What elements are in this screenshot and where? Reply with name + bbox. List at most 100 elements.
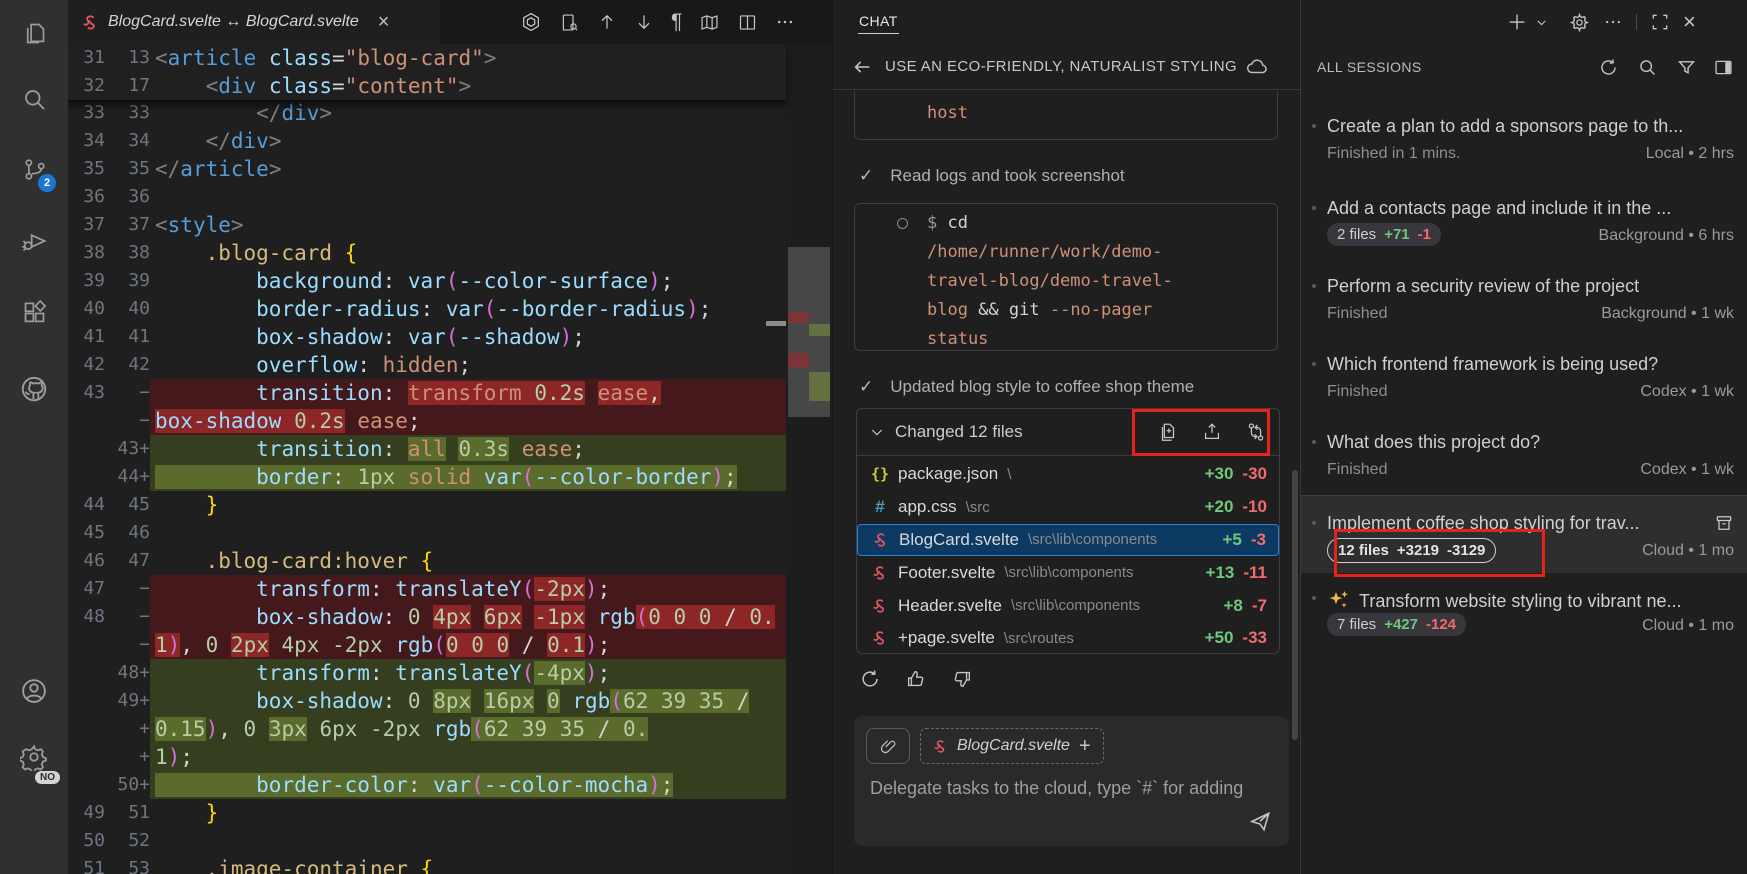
code-text: .blog-card {: [150, 239, 786, 267]
refresh-icon[interactable]: [1598, 57, 1619, 78]
changed-file-row[interactable]: Header.svelte\src\lib\components+8-7: [857, 589, 1279, 622]
badge-deletions: -124: [1426, 616, 1456, 633]
original-line-number: [68, 631, 114, 659]
code-text: <style>: [150, 211, 786, 239]
diff-mark-del: [788, 312, 809, 323]
modified-line-number: −: [114, 379, 150, 407]
retry-icon[interactable]: [859, 668, 881, 690]
back-arrow-icon[interactable]: [851, 56, 873, 78]
thumbs-down-icon[interactable]: [951, 668, 973, 690]
code-text: transition: all 0.3s ease;: [150, 435, 786, 463]
additions-count: +13: [1206, 563, 1235, 583]
filter-icon[interactable]: [1676, 57, 1697, 78]
session-dot: [1312, 362, 1316, 366]
source-control-icon[interactable]: 2: [0, 140, 68, 198]
diff-mark-add: [809, 372, 830, 401]
archive-icon[interactable]: [1714, 513, 1734, 533]
badge-files: 2 files: [1337, 226, 1376, 243]
changed-file-row[interactable]: Footer.svelte\src\lib\components+13-11: [857, 556, 1279, 589]
thumbs-up-icon[interactable]: [905, 668, 927, 690]
original-line-number: 42: [68, 351, 114, 379]
session-item[interactable]: Create a plan to add a sponsors page to …: [1301, 112, 1747, 176]
diff-editor[interactable]: 3333 </div>3434 </div>3535</article>3636…: [68, 44, 832, 874]
more-actions-icon[interactable]: [1603, 12, 1623, 32]
attach-paperclip-icon[interactable]: [866, 728, 910, 764]
code-lines: 3333 </div>3434 </div>3535</article>3636…: [68, 99, 786, 874]
extensions-icon[interactable]: [0, 284, 68, 342]
explorer-icon[interactable]: [0, 4, 68, 62]
conversation-title: USE AN ECO-FRIENDLY, NATURALIST STYLING …: [885, 58, 1241, 75]
code-line: 44+ border: 1px solid var(--color-border…: [68, 463, 786, 491]
editor-scrollbar[interactable]: [786, 44, 832, 874]
session-title: Add a contacts page and include it in th…: [1327, 198, 1717, 219]
layout-panel-icon[interactable]: [1713, 57, 1734, 78]
session-item[interactable]: Add a contacts page and include it in th…: [1301, 194, 1747, 258]
open-preview-icon[interactable]: [559, 12, 580, 33]
panel-actions: ×: [1506, 0, 1696, 44]
whitespace-icon[interactable]: ¶: [671, 10, 682, 34]
deletions-count: -11: [1243, 563, 1267, 583]
send-icon[interactable]: [1247, 808, 1273, 834]
original-line-number: 50: [68, 827, 114, 855]
new-chat-dropdown-icon[interactable]: [1535, 16, 1548, 29]
chat-panel-tab[interactable]: CHAT: [858, 0, 899, 44]
changed-file-row[interactable]: #app.css\src+20-10: [857, 491, 1279, 524]
file-path: \src\lib\components: [1028, 531, 1213, 548]
divider: [1636, 14, 1637, 30]
original-line-number: 35: [68, 155, 114, 183]
close-panel-icon[interactable]: ×: [1683, 9, 1696, 35]
code-line: 4445 }: [68, 491, 786, 519]
maximize-panel-icon[interactable]: [1650, 12, 1670, 32]
changed-file-row[interactable]: {}package.json\+30-30: [857, 458, 1279, 491]
svelte-file-icon: [871, 630, 889, 646]
command-line: $ cd: [927, 209, 1173, 238]
code-text: 1);: [150, 743, 786, 771]
modified-line-number: 45: [114, 491, 150, 519]
additions-count: +20: [1205, 497, 1234, 517]
modified-line-number: 37: [114, 211, 150, 239]
search-sessions-icon[interactable]: [1637, 57, 1658, 78]
code-line: 4141 box-shadow: var(--shadow);: [68, 323, 786, 351]
session-item[interactable]: Transform website styling to vibrant ne.…: [1301, 584, 1747, 648]
file-name: app.css: [898, 497, 957, 517]
original-line-number: 38: [68, 239, 114, 267]
chat-input-box[interactable]: BlogCard.svelte + Delegate tasks to the …: [854, 716, 1289, 846]
changed-file-row[interactable]: BlogCard.svelte\src\lib\components+5-3: [857, 524, 1279, 557]
code-text: 1), 0 2px 4px -2px rgb(0 0 0 / 0.1);: [150, 631, 786, 659]
code-line: 3113<article class="blog-card">: [68, 44, 786, 72]
next-change-icon[interactable]: [634, 12, 654, 32]
editor-tab[interactable]: BlogCard.svelte ↔ BlogCard.svelte ×: [68, 0, 440, 44]
chat-input-placeholder[interactable]: Delegate tasks to the cloud, type `#` fo…: [870, 778, 1288, 799]
map-icon[interactable]: [699, 12, 720, 33]
search-icon[interactable]: [0, 70, 68, 128]
code-line: 3434 </div>: [68, 127, 786, 155]
github-icon[interactable]: [0, 360, 68, 418]
session-item[interactable]: Which frontend framework is being used?F…: [1301, 350, 1747, 414]
step-label: Updated blog style to coffee shop theme: [890, 377, 1194, 397]
original-line-number: [68, 715, 114, 743]
previous-change-icon[interactable]: [597, 12, 617, 32]
configure-gear-icon[interactable]: [1569, 12, 1590, 33]
original-line-number: [68, 659, 114, 687]
changed-file-row[interactable]: +page.svelte\src\routes+50-33: [857, 622, 1279, 655]
badge-additions: +427: [1384, 616, 1418, 633]
css-file-icon: #: [871, 497, 889, 517]
original-line-number: 46: [68, 547, 114, 575]
context-file-chip[interactable]: BlogCard.svelte +: [920, 728, 1104, 764]
session-item[interactable]: Perform a security review of the project…: [1301, 272, 1747, 336]
add-context-icon[interactable]: +: [1079, 735, 1091, 758]
command-text: $ cd/home/runner/work/demo-travel-blog/d…: [927, 209, 1173, 354]
settings-gear-icon[interactable]: NO: [0, 728, 68, 786]
tab-close-icon[interactable]: ×: [378, 11, 390, 34]
openai-codex-icon[interactable]: [520, 11, 542, 33]
original-line-number: 51: [68, 855, 114, 874]
chat-scrollbar[interactable]: [1292, 470, 1298, 740]
more-actions-icon[interactable]: [775, 12, 795, 32]
new-chat-icon[interactable]: [1506, 11, 1528, 33]
session-item[interactable]: What does this project do?FinishedCodex …: [1301, 428, 1747, 492]
run-debug-icon[interactable]: [0, 212, 68, 270]
account-icon[interactable]: [0, 662, 68, 720]
code-text: box-shadow 0.2s ease;: [150, 407, 786, 435]
split-editor-icon[interactable]: [737, 12, 758, 33]
modified-line-number: −: [114, 407, 150, 435]
